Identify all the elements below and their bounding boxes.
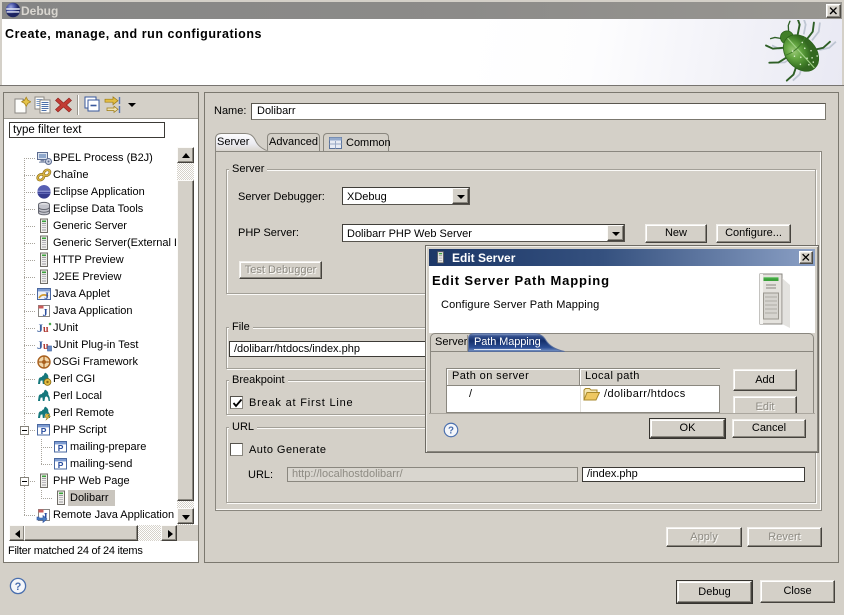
svg-text:u: u	[43, 324, 49, 335]
svg-text:?: ?	[15, 581, 22, 593]
svg-text:?: ?	[448, 426, 454, 437]
svg-text:J: J	[44, 291, 49, 301]
